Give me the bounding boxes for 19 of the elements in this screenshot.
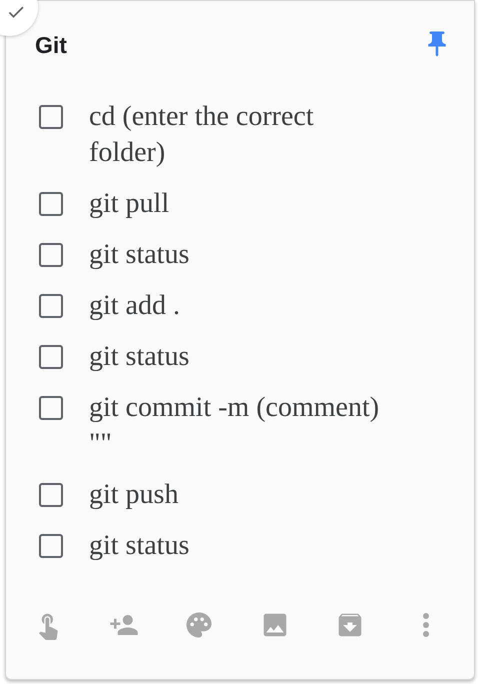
checklist-item-text: git push: [89, 478, 180, 512]
checkbox[interactable]: [37, 241, 65, 269]
checkbox[interactable]: [37, 481, 65, 509]
checkbox[interactable]: [37, 343, 65, 371]
checklist-item-text: git pull: [89, 187, 170, 221]
checklist-item-text: git add .: [89, 289, 181, 323]
checkbox[interactable]: [37, 292, 65, 320]
checklist-item-text: git commit -m (comment) "": [89, 391, 380, 461]
palette-icon: [184, 610, 214, 640]
checklist-item-text: cd (enter the correct folder): [89, 100, 315, 170]
note-title: Git: [35, 31, 67, 60]
checklist-item-text: git status: [89, 529, 190, 563]
checkbox[interactable]: [37, 394, 65, 422]
checklist-item-text: git status: [89, 340, 190, 374]
checkbox[interactable]: [37, 103, 65, 131]
checkbox[interactable]: [37, 532, 65, 560]
checkbox[interactable]: [37, 190, 65, 218]
checklist-item-text: git status: [89, 238, 190, 272]
more-icon: [422, 613, 429, 637]
